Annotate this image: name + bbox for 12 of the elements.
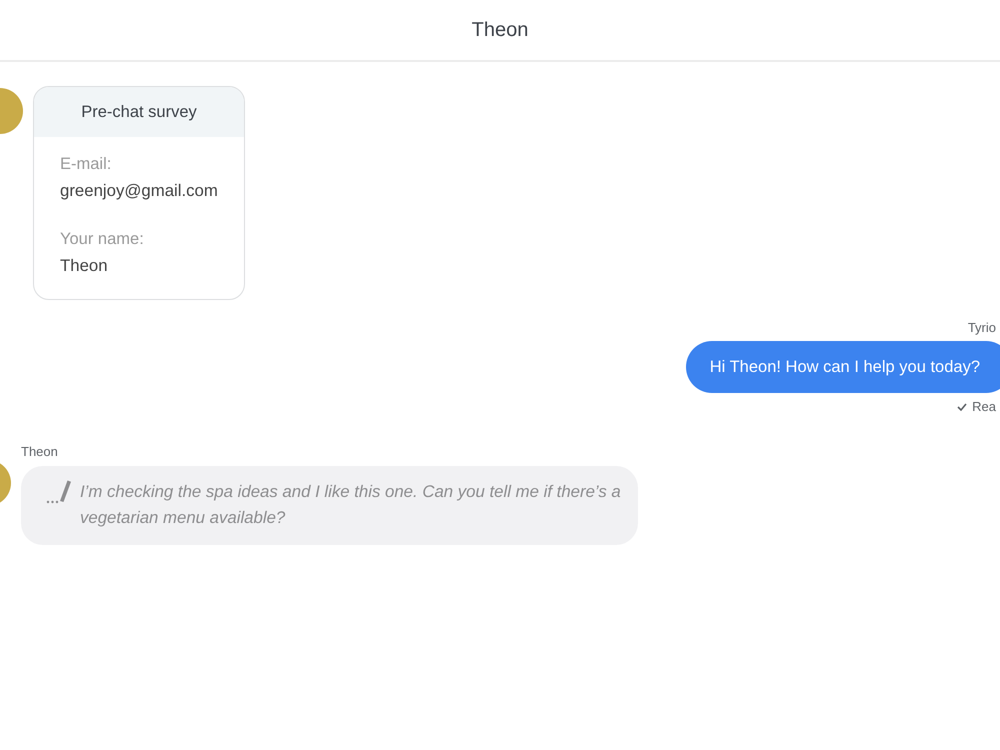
field-value: greenjoy@gmail.com [60,180,219,202]
field-label: E-mail: [60,154,112,175]
read-status: Rea [972,399,996,414]
field-value: Theon [60,255,109,277]
typing-pencil-icon [45,479,73,505]
field-label: Your name: [60,229,145,250]
message-bubble: Hi Theon! How can I help you today? [686,341,1000,393]
sender-name: Tyrio [968,320,996,335]
survey-title: Pre-chat survey [81,102,197,122]
chat-title: Theon [472,18,528,42]
typing-text: I’m checking the spa ideas and I like this one. Can you tell me if there’s a vegetarian menu available? [80,481,622,529]
sender-name: Theon [21,444,58,459]
